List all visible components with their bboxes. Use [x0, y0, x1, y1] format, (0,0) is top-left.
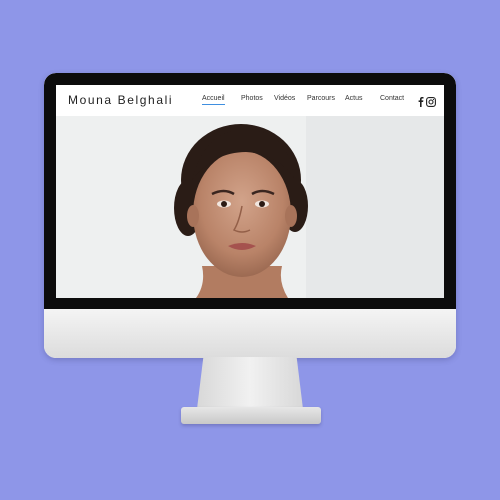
monitor: Mouna Belghali Accueil Photos Vidéos Par… — [44, 73, 456, 358]
site-header: Mouna Belghali Accueil Photos Vidéos Par… — [56, 85, 444, 116]
portrait-photo — [56, 116, 444, 298]
instagram-icon[interactable] — [426, 94, 436, 107]
nav-item-photos[interactable]: Photos — [241, 95, 263, 102]
nav-item-actus[interactable]: Actus — [345, 95, 363, 102]
monitor-chin — [44, 309, 456, 358]
hero-portrait — [56, 116, 444, 298]
facebook-icon[interactable] — [418, 94, 424, 107]
site-brand[interactable]: Mouna Belghali — [68, 93, 173, 107]
nav-item-videos[interactable]: Vidéos — [274, 95, 295, 102]
monitor-screen: Mouna Belghali Accueil Photos Vidéos Par… — [56, 85, 444, 298]
nav-item-contact[interactable]: Contact — [380, 95, 404, 102]
monitor-bezel: Mouna Belghali Accueil Photos Vidéos Par… — [44, 73, 456, 309]
nav-item-parcours[interactable]: Parcours — [307, 95, 335, 102]
monitor-stand — [197, 357, 303, 409]
monitor-stand-base — [181, 407, 321, 424]
nav-item-accueil[interactable]: Accueil — [202, 95, 225, 105]
